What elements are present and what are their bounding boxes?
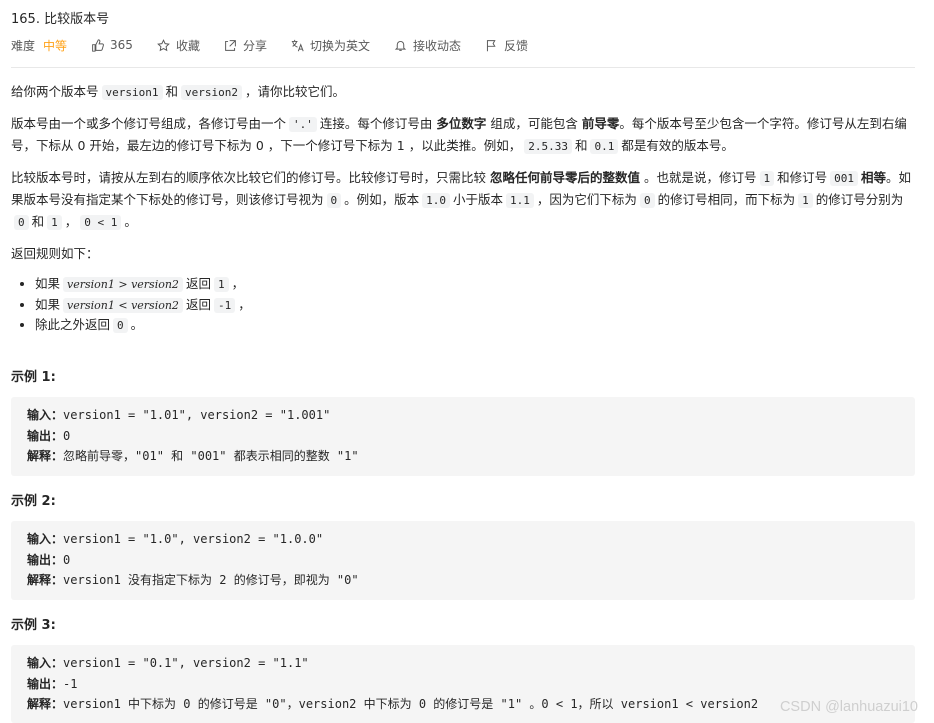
favorite-label: 收藏	[175, 38, 200, 53]
example-explain-line: 解释：version1 没有指定下标为 2 的修订号，即视为 "0"	[27, 573, 359, 587]
translate-label: 切换为英文	[309, 38, 370, 53]
example-input-line: 输入：version1 = "1.01", version2 = "1.001"	[27, 408, 331, 422]
share-button[interactable]: 分享	[224, 37, 267, 54]
example-explain-line: 解释：version1 中下标为 0 的修订号是 "0"，version2 中下…	[27, 697, 759, 711]
problem-title: 165. 比较版本号	[11, 12, 110, 27]
description-paragraph-3: 比较版本号时，请按从左到右的顺序依次比较它们的修订号。比较修订号时，只需比较 忽…	[11, 170, 912, 230]
bell-icon	[394, 40, 407, 51]
example-1-title: 示例 1:	[11, 370, 56, 385]
description-paragraph-1: 给你两个版本号 version1 和 version2 ，请你比较它们。	[11, 84, 346, 100]
example-input-line: 输入：version1 = "0.1", version2 = "1.1"	[27, 656, 309, 670]
example-explain-line: 解释：忽略前导零，"01" 和 "001" 都表示相同的整数 "1"	[27, 449, 359, 463]
example-2-title: 示例 2:	[11, 494, 56, 509]
example-3-title: 示例 3:	[11, 618, 56, 633]
like-count: 365	[110, 38, 133, 52]
flag-icon	[486, 39, 496, 51]
translate-icon	[291, 39, 304, 51]
star-icon	[157, 38, 170, 51]
subscribe-label: 接收动态	[412, 38, 461, 53]
csdn-watermark: CSDN @lanhuazui10	[779, 699, 918, 715]
translate-button[interactable]: 切换为英文	[291, 37, 370, 54]
feedback-button[interactable]: 反馈	[485, 37, 528, 54]
example-output-line: 输出：0	[27, 552, 71, 567]
description-paragraph-2: 版本号由一个或多个修订号组成，各修订号由一个 '.' 连接。每个修订号由 多位数字 …	[11, 116, 907, 154]
feedback-label: 反馈	[504, 38, 529, 53]
share-label: 分享	[242, 38, 267, 53]
subscribe-button[interactable]: 接收动态	[394, 37, 461, 54]
example-input-line: 输入：version1 = "1.0", version2 = "1.0.0"	[27, 532, 324, 546]
rules-title: 返回规则如下：	[11, 246, 99, 261]
example-output-line: 输出：-1	[27, 676, 78, 691]
rule-item: 如果version1 > version2返回1，	[35, 274, 915, 295]
rules-list: 如果version1 > version2返回1， 如果version1 < v…	[11, 274, 915, 336]
example-2-box: 输入：version1 = "1.0", version2 = "1.0.0" 输…	[11, 521, 915, 600]
problem-meta-bar: 难度 中等 365 收藏 分享 切换为英文 接收动态 反馈	[11, 36, 552, 54]
example-1-box: 输入：version1 = "1.01", version2 = "1.001"…	[11, 397, 915, 476]
difficulty-label: 难度	[11, 38, 36, 53]
difficulty-badge: 中等	[43, 38, 68, 53]
like-button[interactable]: 365	[91, 38, 133, 52]
header-divider	[11, 67, 915, 68]
rule-item: 除此之外返回0。	[35, 315, 915, 336]
example-output-line: 输出：0	[27, 428, 71, 443]
problem-description: 给你两个版本号 version1 和 version2 ，请你比较它们。 版本号由一个或…	[11, 81, 915, 336]
favorite-button[interactable]: 收藏	[157, 37, 200, 54]
thumbs-up-icon	[92, 38, 104, 52]
share-icon	[225, 39, 236, 51]
rule-item: 如果version1 < version2返回-1，	[35, 295, 915, 316]
